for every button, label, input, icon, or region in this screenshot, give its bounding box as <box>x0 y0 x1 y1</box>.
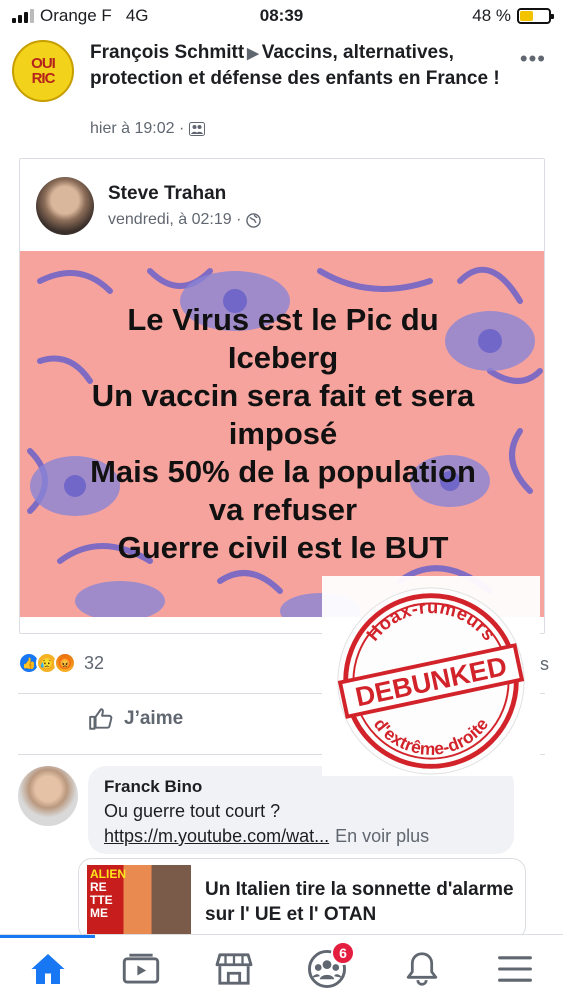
shared-meta: vendredi, à 02:19 · <box>108 211 262 229</box>
group-logo-line-2: RIC <box>31 70 56 87</box>
thumbs-up-icon <box>89 708 113 730</box>
link-preview-thumbnail: ALIEN RE TTE ME <box>87 865 191 939</box>
avatar[interactable] <box>36 177 94 235</box>
reaction-count: 32 <box>84 652 105 673</box>
quote-line: imposé <box>228 416 338 451</box>
quote-image[interactable]: Le Virus est le Pic du Iceberg Un vaccin… <box>20 251 544 617</box>
group-logo-line-1: OUI <box>31 55 56 72</box>
comment-bubble[interactable]: Franck Bino Ou guerre tout court ? https… <box>88 766 514 854</box>
bottom-tab-bar: 6 <box>0 934 563 1000</box>
quote-line: Guerre civil est le BUT <box>117 530 449 565</box>
shared-post-card[interactable]: Steve Trahan vendredi, à 02:19 · Le Viru… <box>19 158 545 634</box>
status-bar: Orange F 4G 08:39 48 % <box>0 0 563 32</box>
shared-time[interactable]: vendredi, à 02:19 · <box>108 211 241 229</box>
see-more-link[interactable]: En voir plus <box>335 826 429 846</box>
status-right: 48 % <box>472 6 554 26</box>
battery-percent: 48 % <box>472 6 511 25</box>
menu-icon[interactable] <box>495 949 535 989</box>
link-preview-card[interactable]: ALIEN RE TTE ME Un Italien tire la sonne… <box>78 858 526 940</box>
shared-author[interactable]: Steve Trahan <box>108 183 226 205</box>
quote-text: Le Virus est le Pic du Iceberg Un vaccin… <box>60 301 506 567</box>
comment-link-row: https://m.youtube.com/wat... En voir plus <box>104 826 498 847</box>
marketplace-icon[interactable] <box>214 949 254 989</box>
quote-line: Un vaccin sera fait et sera <box>91 378 475 413</box>
angry-icon: 😡 <box>54 652 76 674</box>
notifications-icon[interactable] <box>402 949 442 989</box>
thumb-text-line: ME <box>90 906 108 920</box>
quote-line: Iceberg <box>227 340 339 375</box>
post-meta: hier à 19:02 · <box>90 120 206 138</box>
reactions-summary[interactable]: 👍 😥 😡 32 <box>18 652 104 674</box>
groups-badge: 6 <box>331 941 355 965</box>
quote-line: Mais 50% de la population <box>90 454 476 489</box>
quote-line: va refuser <box>208 492 358 527</box>
group-members-icon <box>189 122 206 136</box>
debunked-stamp: Hoax-rumeurs DEBUNKED d'extrême-droite <box>337 587 525 775</box>
link-preview-title: Un Italien tire la sonnette d'alarme sur… <box>205 879 514 925</box>
triangle-right-icon: ▶ <box>247 45 259 62</box>
avatar[interactable] <box>18 766 78 826</box>
post-time[interactable]: hier à 19:02 · <box>90 120 184 138</box>
like-button[interactable]: J’aime <box>88 706 183 732</box>
active-tab-indicator <box>0 935 95 938</box>
quote-line: Le Virus est le Pic du <box>127 302 439 337</box>
post-title: François Schmitt ▶ Vaccins, alternatives, … <box>90 40 510 91</box>
comment-author[interactable]: Franck Bino <box>104 777 498 797</box>
like-label: J’aime <box>124 708 184 729</box>
groups-icon[interactable]: 6 <box>307 941 355 989</box>
post-header: OUI RIC François Schmitt ▶ Vaccins, altern… <box>12 38 552 148</box>
watch-icon[interactable] <box>121 949 161 989</box>
comment-link[interactable]: https://m.youtube.com/wat... <box>104 826 329 846</box>
home-icon[interactable] <box>28 949 68 989</box>
shares-count-fragment[interactable]: s <box>540 654 549 675</box>
battery-icon <box>517 8 554 24</box>
comment-text: Ou guerre tout court ? <box>104 801 281 821</box>
more-options-icon[interactable]: ••• <box>520 46 546 72</box>
globe-icon <box>246 212 262 228</box>
group-logo[interactable]: OUI RIC <box>12 40 74 102</box>
post-author[interactable]: François Schmitt <box>90 42 244 63</box>
